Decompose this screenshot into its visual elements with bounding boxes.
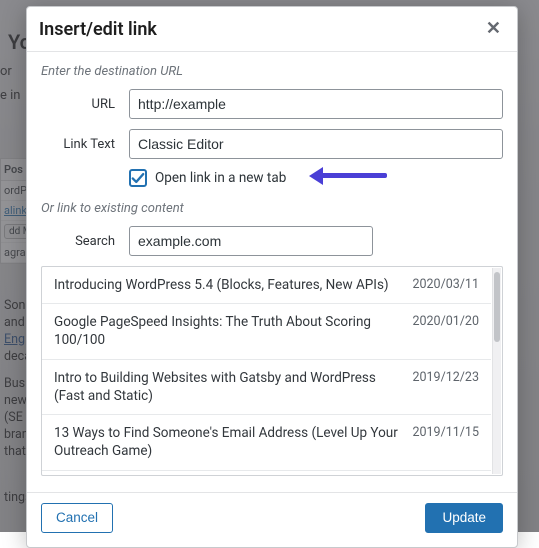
open-new-tab-checkbox[interactable] <box>129 169 147 187</box>
search-result-item[interactable]: Introducing WordPress 5.4 (Blocks, Featu… <box>42 267 491 304</box>
search-result-item[interactable]: What's New in WordPress 5.3 (New Blocks,… <box>42 471 491 476</box>
scrollbar-thumb[interactable] <box>494 272 500 342</box>
link-text-label: Link Text <box>41 137 129 152</box>
search-input[interactable] <box>129 226 373 256</box>
results-scrollbar[interactable] <box>492 268 501 474</box>
search-label: Search <box>41 234 129 249</box>
search-result-item[interactable]: 13 Ways to Find Someone's Email Address … <box>42 415 491 470</box>
update-button[interactable]: Update <box>425 503 503 533</box>
close-icon[interactable]: ✕ <box>482 18 505 40</box>
search-result-item[interactable]: Google PageSpeed Insights: The Truth Abo… <box>42 304 491 359</box>
search-results-list: Introducing WordPress 5.4 (Blocks, Featu… <box>41 266 503 476</box>
destination-section-label: Enter the destination URL <box>41 64 503 79</box>
search-result-item[interactable]: Intro to Building Websites with Gatsby a… <box>42 360 491 415</box>
link-text-input[interactable] <box>129 129 503 159</box>
existing-content-section-label: Or link to existing content <box>41 201 503 216</box>
open-new-tab-label: Open link in a new tab <box>155 170 286 186</box>
url-label: URL <box>41 97 129 112</box>
dialog-title: Insert/edit link <box>39 19 157 40</box>
check-icon <box>131 171 145 185</box>
insert-link-dialog: Insert/edit link ✕ Enter the destination… <box>26 6 518 548</box>
url-input[interactable] <box>129 89 503 119</box>
annotation-arrow <box>321 173 387 178</box>
cancel-button[interactable]: Cancel <box>41 503 113 533</box>
